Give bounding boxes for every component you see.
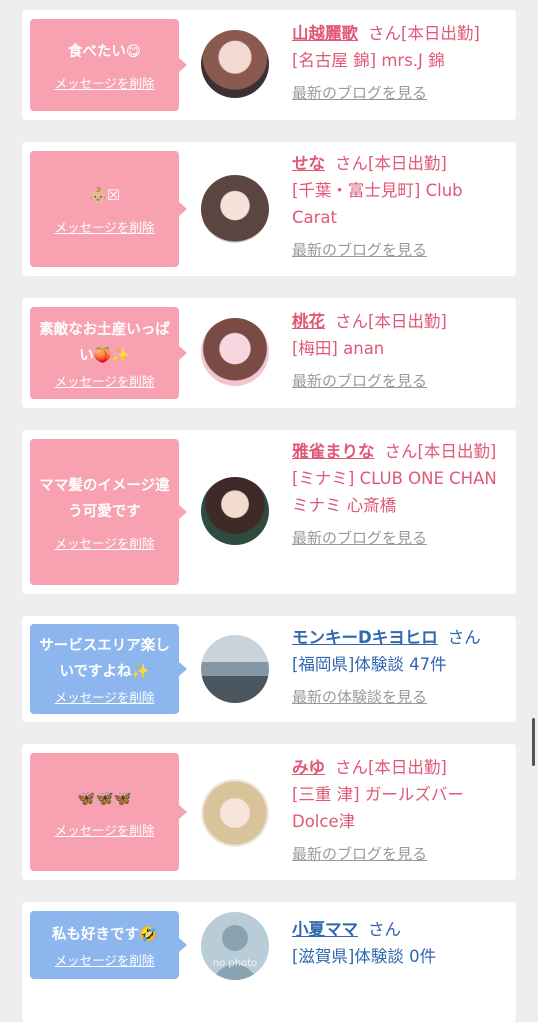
honorific: さん bbox=[368, 24, 401, 43]
message-bubble: ママ髪のイメージ違う可愛です メッセージを削除 bbox=[30, 439, 187, 585]
status-label: [本日出勤] bbox=[368, 154, 447, 173]
honorific: さん bbox=[384, 442, 418, 461]
message-text: 🦋🦋🦋 bbox=[77, 790, 132, 807]
message-card: ママ髪のイメージ違う可愛です メッセージを削除 雅雀まりな さん[本日出勤] [ミ… bbox=[22, 430, 516, 594]
status-label: [本日出勤] bbox=[417, 442, 497, 461]
profile-name-link[interactable]: せな bbox=[292, 154, 325, 173]
message-text: サービスエリア楽しいですよね✨ bbox=[39, 637, 170, 680]
shop-label: [梅田] anan bbox=[292, 339, 385, 358]
latest-blog-link[interactable]: 最新のブログを見る bbox=[292, 80, 510, 107]
message-text: ママ髪のイメージ違う可愛です bbox=[39, 477, 170, 520]
message-card: 素敵なお土産いっぱい🍑✨ メッセージを削除 桃花 さん[本日出勤] [梅田] an… bbox=[22, 298, 516, 408]
delete-message-link[interactable]: メッセージを削除 bbox=[55, 73, 155, 92]
profile-info: 小夏ママ さん [滋賀県]体験談 0件 bbox=[292, 916, 510, 970]
avatar[interactable] bbox=[201, 779, 269, 847]
profile-name-link[interactable]: みゆ bbox=[292, 758, 325, 777]
latest-blog-link[interactable]: 最新のブログを見る bbox=[292, 841, 510, 868]
message-card: 私も好きです🤣 メッセージを削除 no photo 小夏ママ さん [滋賀県]体験… bbox=[22, 902, 516, 1022]
avatar[interactable] bbox=[201, 30, 269, 98]
message-card: 👶🏼☒ メッセージを削除 せな さん[本日出勤] [千葉・富士見町] Club C… bbox=[22, 142, 516, 276]
message-card: サービスエリア楽しいですよね✨ メッセージを削除 モンキーDキヨヒロ さん [福岡… bbox=[22, 616, 516, 722]
delete-message-link[interactable]: メッセージを削除 bbox=[55, 217, 155, 236]
shop-label: [三重 津] ガールズバー Dolce津 bbox=[292, 785, 464, 831]
honorific: さん bbox=[447, 628, 481, 647]
message-bubble: 🦋🦋🦋 メッセージを削除 bbox=[30, 753, 187, 871]
avatar[interactable] bbox=[201, 635, 269, 703]
honorific: さん bbox=[335, 312, 368, 331]
latest-blog-link[interactable]: 最新のブログを見る bbox=[292, 368, 510, 395]
profile-name-link[interactable]: 雅雀まりな bbox=[292, 442, 375, 461]
message-bubble: サービスエリア楽しいですよね✨ メッセージを削除 bbox=[30, 624, 187, 714]
delete-message-link[interactable]: メッセージを削除 bbox=[55, 533, 155, 552]
profile-info: せな さん[本日出勤] [千葉・富士見町] Club Carat 最新のブログを見… bbox=[292, 150, 510, 264]
latest-blog-link[interactable]: 最新のブログを見る bbox=[292, 237, 510, 264]
delete-message-link[interactable]: メッセージを削除 bbox=[55, 687, 155, 706]
shop-label: [ミナミ] CLUB ONE CHAN ミナミ 心斎橋 bbox=[292, 469, 497, 515]
honorific: さん bbox=[335, 154, 368, 173]
message-card: 食べたい😋 メッセージを削除 山越麗歌 さん[本日出勤] [名古屋 錦] mrs.… bbox=[22, 10, 516, 120]
status-label: [本日出勤] bbox=[368, 758, 447, 777]
person-silhouette-icon bbox=[211, 925, 259, 980]
message-bubble: 私も好きです🤣 メッセージを削除 bbox=[30, 911, 187, 979]
delete-message-link[interactable]: メッセージを削除 bbox=[55, 950, 155, 969]
message-text: 私も好きです🤣 bbox=[51, 926, 158, 943]
message-text: 食べたい😋 bbox=[67, 43, 142, 60]
latest-report-link[interactable]: 最新の体験談を見る bbox=[292, 684, 510, 711]
message-card: 🦋🦋🦋 メッセージを削除 みゆ さん[本日出勤] [三重 津] ガールズバー Do… bbox=[22, 744, 516, 880]
message-text: 素敵なお土産いっぱい🍑✨ bbox=[39, 321, 170, 364]
shop-label: [福岡県]体験談 47件 bbox=[292, 655, 447, 674]
honorific: さん bbox=[368, 920, 401, 939]
avatar[interactable] bbox=[201, 477, 269, 545]
profile-name-link[interactable]: 桃花 bbox=[292, 312, 325, 331]
shop-label: [名古屋 錦] mrs.J 錦 bbox=[292, 51, 445, 70]
profile-info: モンキーDキヨヒロ さん [福岡県]体験談 47件 最新の体験談を見る bbox=[292, 624, 510, 711]
shop-label: [滋賀県]体験談 0件 bbox=[292, 947, 437, 966]
profile-info: 桃花 さん[本日出勤] [梅田] anan 最新のブログを見る bbox=[292, 308, 510, 395]
profile-info: 山越麗歌 さん[本日出勤] [名古屋 錦] mrs.J 錦 最新のブログを見る bbox=[292, 20, 510, 107]
avatar[interactable] bbox=[201, 175, 269, 243]
delete-message-link[interactable]: メッセージを削除 bbox=[55, 371, 155, 390]
profile-name-link[interactable]: モンキーDキヨヒロ bbox=[292, 628, 438, 647]
status-label: [本日出勤] bbox=[401, 24, 480, 43]
shop-label: [千葉・富士見町] Club Carat bbox=[292, 181, 463, 227]
profile-info: 雅雀まりな さん[本日出勤] [ミナミ] CLUB ONE CHAN ミナミ 心斎… bbox=[292, 438, 510, 552]
honorific: さん bbox=[335, 758, 368, 777]
delete-message-link[interactable]: メッセージを削除 bbox=[55, 820, 155, 839]
profile-name-link[interactable]: 小夏ママ bbox=[292, 920, 358, 939]
avatar[interactable] bbox=[201, 318, 269, 386]
message-bubble: 👶🏼☒ メッセージを削除 bbox=[30, 151, 187, 267]
status-label: [本日出勤] bbox=[368, 312, 447, 331]
profile-info: みゆ さん[本日出勤] [三重 津] ガールズバー Dolce津 最新のブログを見… bbox=[292, 754, 510, 868]
latest-blog-link[interactable]: 最新のブログを見る bbox=[292, 525, 510, 552]
message-text: 👶🏼☒ bbox=[88, 187, 121, 204]
no-photo-label: no photo bbox=[212, 958, 258, 969]
message-bubble: 食べたい😋 メッセージを削除 bbox=[30, 19, 187, 111]
profile-name-link[interactable]: 山越麗歌 bbox=[292, 24, 358, 43]
scrollbar[interactable] bbox=[532, 718, 535, 766]
avatar-placeholder[interactable]: no photo bbox=[201, 912, 269, 980]
message-bubble: 素敵なお土産いっぱい🍑✨ メッセージを削除 bbox=[30, 307, 187, 399]
